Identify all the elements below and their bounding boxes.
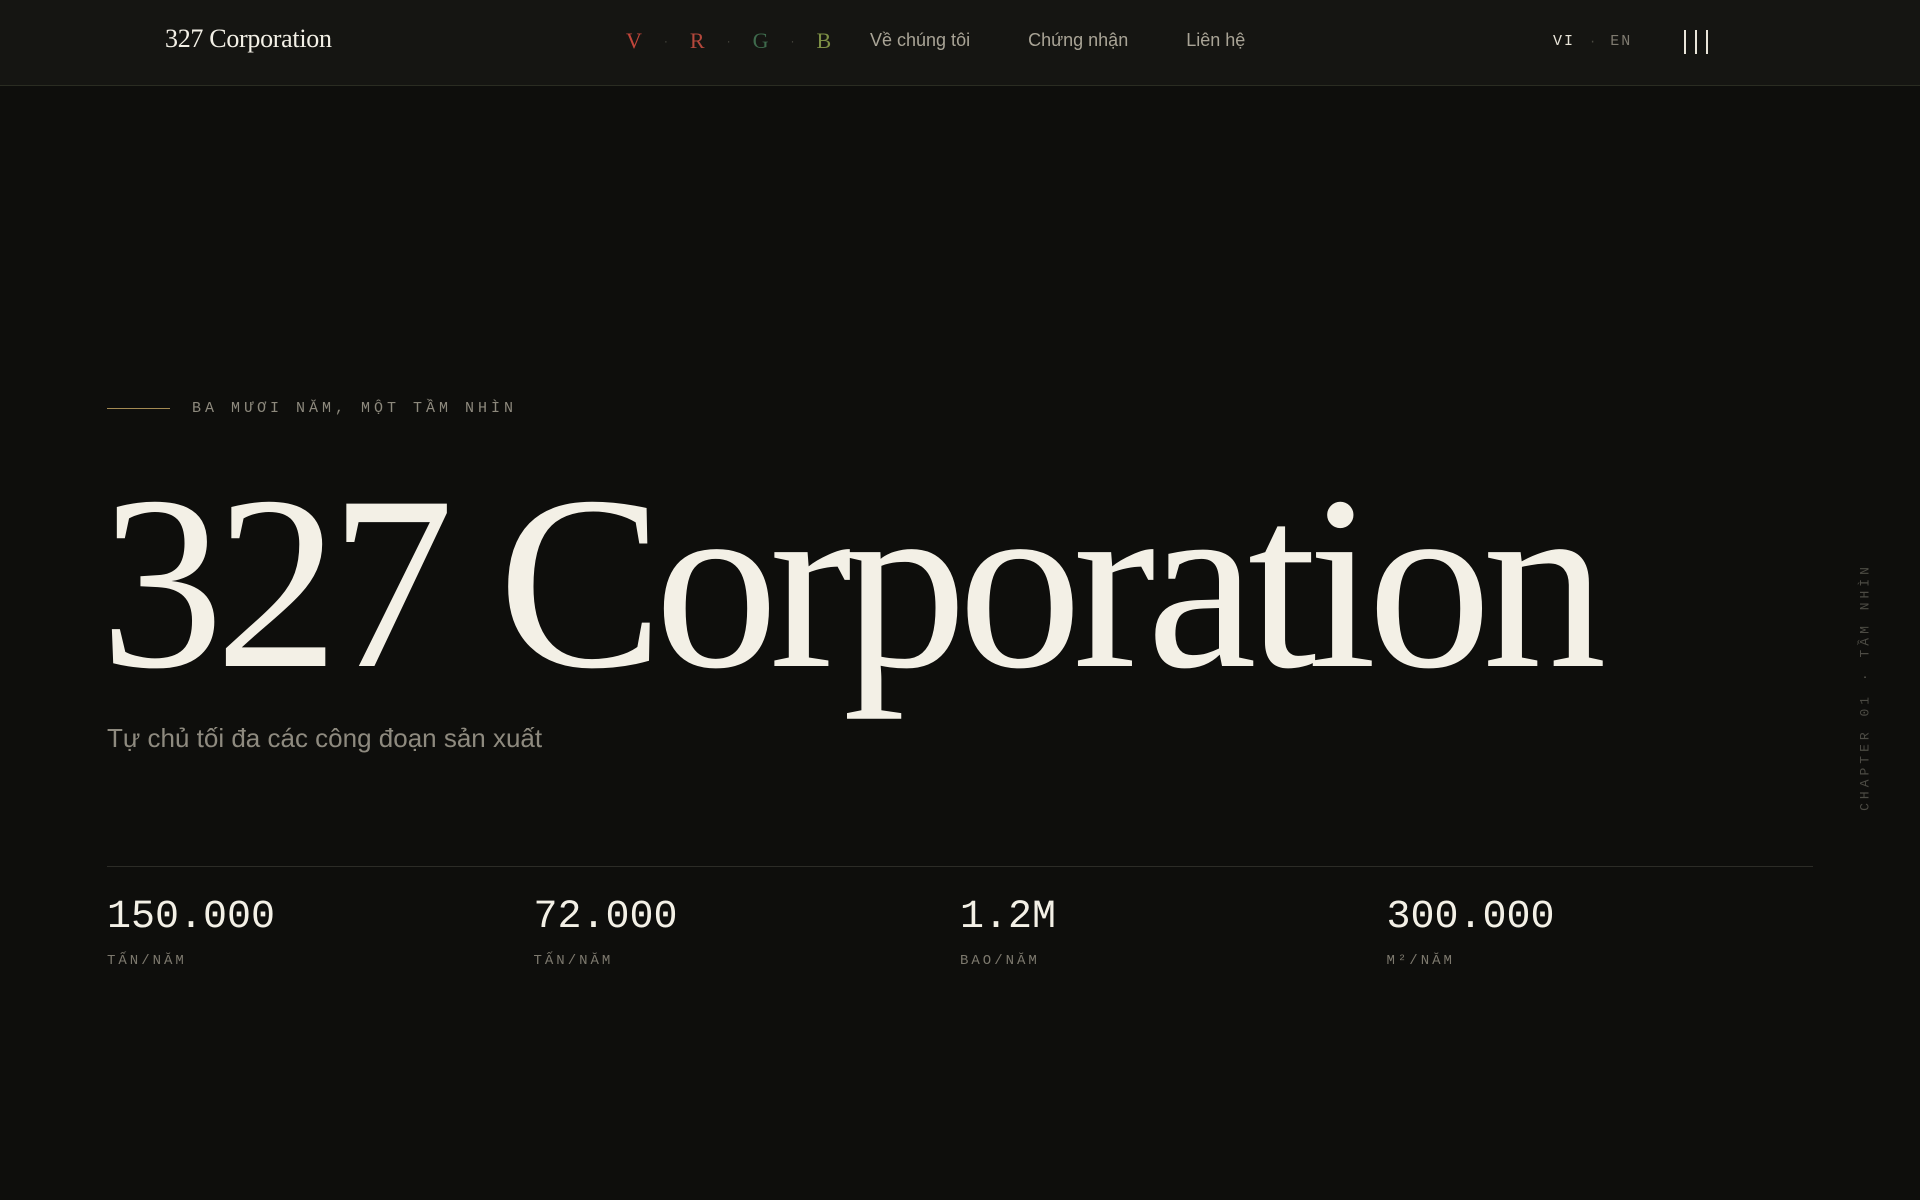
site-logo[interactable]: 327 Corporation xyxy=(165,24,332,54)
lang-vi-button[interactable]: VI xyxy=(1553,33,1575,50)
hero-subtitle: Tự chủ tối đa các công đoạn sản xuất xyxy=(107,723,543,753)
brand-separator: · xyxy=(726,34,731,48)
language-switcher: VI · EN xyxy=(1553,33,1632,50)
main-nav: Về chúng tôi Chứng nhận Liên hệ xyxy=(870,30,1245,51)
stat-value: 1.2M xyxy=(960,895,1057,940)
site-header: 327 Corporation V · R · G · B Về chúng t… xyxy=(0,0,1920,86)
brand-v[interactable]: V xyxy=(626,28,642,54)
nav-contact[interactable]: Liên hệ xyxy=(1186,30,1245,51)
stat-item: 300.000 M²/NĂM xyxy=(1387,895,1814,969)
menu-bars-icon xyxy=(1684,30,1686,54)
nav-certifications[interactable]: Chứng nhận xyxy=(1028,30,1128,51)
stat-item: 72.000 TẤN/NĂM xyxy=(534,895,961,969)
lang-separator: · xyxy=(1589,34,1597,49)
stat-value: 300.000 xyxy=(1386,895,1555,940)
stat-label: M²/NĂM xyxy=(1386,953,1455,969)
stat-label: BAO/NĂM xyxy=(960,953,1040,969)
stats-divider xyxy=(107,866,1813,867)
brand-g[interactable]: G xyxy=(753,28,769,54)
brand-r[interactable]: R xyxy=(690,28,705,54)
side-chapter-label: CHAPTER 01 · TẦM NHÌN xyxy=(1857,563,1873,811)
menu-button[interactable] xyxy=(1684,30,1708,54)
stat-value: 72.000 xyxy=(533,895,678,940)
eyebrow-text: BA MƯƠI NĂM, MỘT TẦM NHÌN xyxy=(192,400,518,417)
stat-label: TẤN/NĂM xyxy=(107,953,187,969)
hero-eyebrow: BA MƯƠI NĂM, MỘT TẦM NHÌN xyxy=(107,400,517,417)
brand-separator: · xyxy=(790,34,795,48)
menu-bars-icon xyxy=(1695,30,1697,54)
stats-row: 150.000 TẤN/NĂM 72.000 TẤN/NĂM 1.2M BAO/… xyxy=(107,895,1813,969)
page: 327 Corporation V · R · G · B Về chúng t… xyxy=(0,0,1920,1200)
stat-item: 1.2M BAO/NĂM xyxy=(960,895,1387,969)
stat-item: 150.000 TẤN/NĂM xyxy=(107,895,534,969)
brand-separator: · xyxy=(663,34,668,48)
brand-b[interactable]: B xyxy=(816,28,831,54)
hero-title: 327 Corporation xyxy=(100,445,1606,720)
nav-about[interactable]: Về chúng tôi xyxy=(870,30,970,51)
eyebrow-line xyxy=(107,408,170,409)
brand-switcher: V · R · G · B xyxy=(626,28,831,54)
stat-value: 150.000 xyxy=(107,895,276,940)
menu-bars-icon xyxy=(1706,30,1708,54)
lang-en-button[interactable]: EN xyxy=(1610,33,1632,50)
stat-label: TẤN/NĂM xyxy=(533,953,614,969)
